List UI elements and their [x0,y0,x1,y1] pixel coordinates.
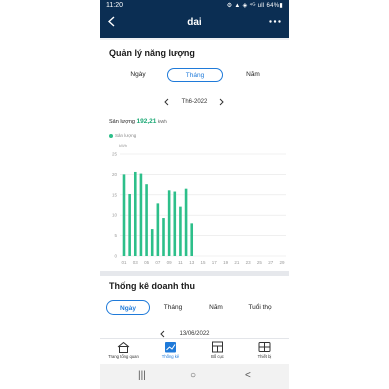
more-dots-icon [269,20,281,23]
bar-day-11[interactable] [179,206,182,256]
bar-day-09[interactable] [167,190,171,256]
tab-year[interactable]: Năm [225,68,281,82]
nav-dashboard-label: Trang tổng quan [108,354,139,359]
nav-dashboard[interactable]: Trang tổng quan [100,341,147,359]
y-tick-label: 20 [112,172,118,177]
x-tick-label: 29 [279,260,285,265]
home-icon [117,341,130,353]
bar-day-08[interactable] [162,218,165,256]
home-button[interactable]: ○ [190,370,196,382]
nav-devices[interactable]: Thiết bị [241,341,288,359]
phone-screen: 11:20 ⚙ ▲ ◈ ⁴ᴳ ull 64%▮ dai Quản lý năng… [100,0,289,389]
bar-day-12[interactable] [184,188,188,256]
stats-icon [165,342,176,353]
app-title: dai [187,17,202,28]
nav-statistics[interactable]: Thống kê [147,341,194,359]
bar-day-05[interactable] [145,184,148,256]
output-value: 192,21 [136,118,157,125]
recents-button[interactable]: ||| [138,370,146,382]
period-label[interactable]: Th6-2022 [100,99,289,105]
chevron-right-icon [219,98,224,106]
period-selector: Th6-2022 [100,98,289,110]
next-period-button[interactable] [219,98,224,108]
rev-tab-year[interactable]: Năm [194,300,238,315]
status-time: 11:20 [106,2,123,9]
system-navigation-bar: ||| ○ < [100,364,289,389]
bar-day-02[interactable] [128,193,131,256]
output-unit: kWh [157,119,167,124]
nav-layout-label: Bố cục [211,354,224,359]
x-tick-label: 17 [212,260,218,265]
rev-tab-day[interactable]: Ngày [106,300,150,315]
back-nav-button[interactable]: < [245,370,251,382]
bar-day-10[interactable] [173,191,177,256]
revenue-statistics-card: Thống kê doanh thu Ngày Tháng Năm Tuổi t… [100,276,289,338]
x-tick-label: 03 [133,260,139,265]
x-tick-label: 07 [155,260,161,265]
tab-day[interactable]: Ngày [110,68,166,82]
x-tick-label: 21 [234,260,240,265]
more-options-button[interactable] [269,15,281,26]
legend-swatch [109,133,113,138]
output-bar-chart: 0510152025 01 03 05 07 09 11 13 15 17 19 21 23 25 27 2… [112,152,286,265]
tab-month[interactable]: Tháng [167,68,223,82]
rev-tab-lifetime[interactable]: Tuổi thọ [238,300,282,315]
legend-label: Sản lượng [115,133,137,138]
x-tick-label: 27 [268,260,274,265]
x-tick-label: 09 [167,260,173,265]
revenue-title: Thống kê doanh thu [109,281,195,291]
y-tick-label: 10 [112,213,118,218]
x-axis-ticks: 01 03 05 07 09 11 13 15 17 19 21 23 25 27 29 [121,260,285,265]
chart-bars [122,171,194,256]
energy-period-tabs: Ngày Tháng Năm [104,68,285,82]
y-tick-label: 0 [114,254,117,259]
x-tick-label: 23 [246,260,252,265]
bar-day-01[interactable] [122,174,126,256]
device-icon [258,342,271,352]
nav-devices-label: Thiết bị [257,354,272,359]
app-header: 11:20 ⚙ ▲ ◈ ⁴ᴳ ull 64%▮ dai [100,0,289,38]
y-axis-ticks: 0 5 10 15 20 25 [112,152,118,259]
layout-icon [212,341,223,353]
rev-tab-month[interactable]: Tháng [151,300,195,315]
x-tick-label: 25 [257,260,263,265]
bar-day-07[interactable] [156,203,160,256]
x-tick-label: 01 [121,260,127,265]
x-tick-label: 05 [144,260,150,265]
x-tick-label: 15 [200,260,206,265]
revenue-period-label[interactable]: 13/06/2022 [100,331,289,337]
bar-day-06[interactable] [150,229,154,256]
status-indicators: ⚙ ▲ ◈ ⁴ᴳ ull 64%▮ [226,3,283,9]
bar-day-13[interactable] [190,223,194,256]
y-tick-label: 5 [114,233,117,238]
x-tick-label: 13 [189,260,195,265]
bottom-navigation: Trang tổng quan Thống kê Bố cục Thiết bị [100,338,289,364]
output-summary: Sản lượng 192,21 kWh [109,118,167,125]
chart-grid [120,153,286,257]
x-tick-label: 19 [223,260,229,265]
x-tick-label: 11 [178,260,183,265]
bar-day-03[interactable] [133,171,137,256]
energy-management-card: Quản lý năng lượng Ngày Tháng Năm Th6-20… [100,40,289,271]
output-label: Sản lượng [109,119,135,125]
nav-statistics-label: Thống kê [161,354,180,359]
bar-day-04[interactable] [139,173,143,256]
nav-layout[interactable]: Bố cục [194,341,241,359]
chart-legend: Sản lượng [109,133,136,138]
y-tick-label: 25 [112,152,118,157]
energy-title: Quản lý năng lượng [109,48,195,58]
y-tick-label: 15 [112,192,118,197]
